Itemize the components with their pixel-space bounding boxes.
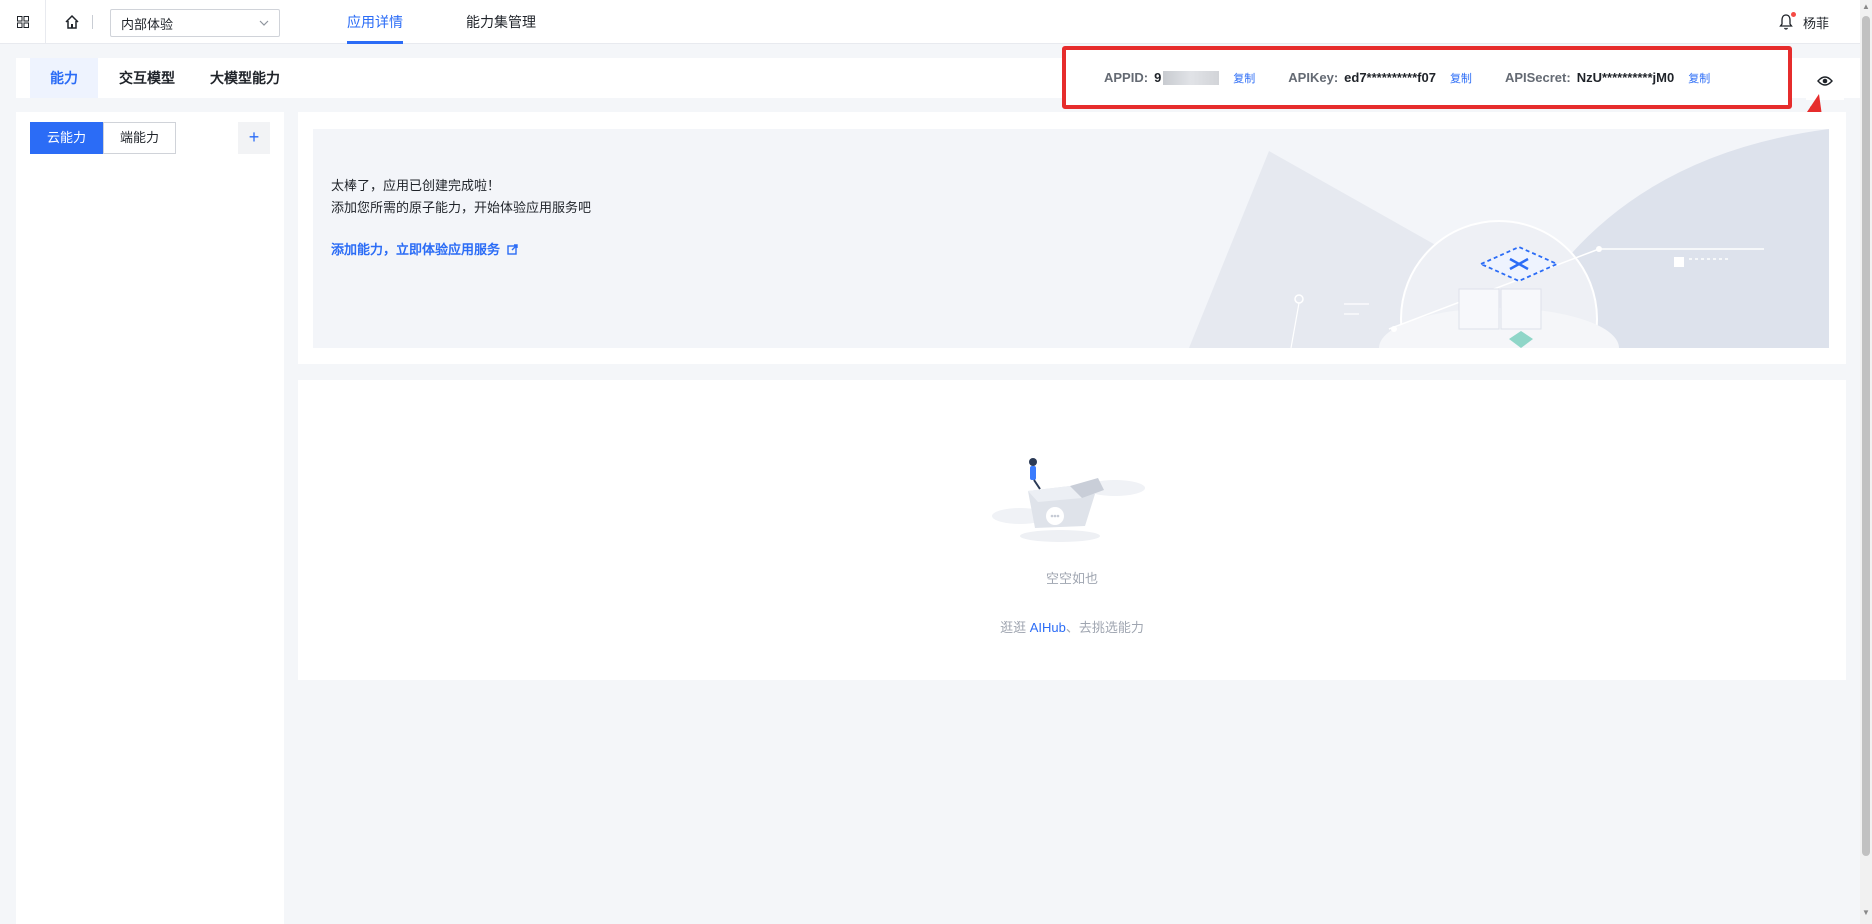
add-capability-link-label: 添加能力，立即体验应用服务 (331, 242, 501, 257)
scroll-up-arrow[interactable]: ▲ (1862, 2, 1870, 11)
apisecret-group: APISecret: NzU**********jM0 复制 (1505, 70, 1710, 86)
empty-box-illustration (992, 458, 1145, 542)
segment-device[interactable]: 端能力 (103, 122, 177, 154)
appid-redaction (1163, 70, 1220, 85)
home-icon (65, 14, 79, 29)
apisecret-copy-button[interactable]: 复制 (1688, 70, 1710, 86)
top-bar: 内部体验 应用详情 能力集管理 杨菲 (0, 0, 1872, 44)
tab-capability-set[interactable]: 能力集管理 (466, 0, 536, 44)
apisecret-label: APISecret: (1504, 70, 1571, 85)
banner-title: 太棒了，应用已创建完成啦！ (331, 178, 501, 193)
banner-card: 太棒了，应用已创建完成啦！ 添加您所需的原子能力，开始体验应用服务吧 添加能力，… (298, 112, 1846, 364)
empty-state-hint: 逛逛 AIHub、去挑选能力 (298, 617, 1846, 636)
tab-app-details[interactable]: 应用详情 (347, 0, 403, 44)
aihub-link[interactable]: AIHub (1030, 620, 1066, 635)
subtab-interaction-model[interactable]: 交互模型 (119, 58, 175, 98)
appid-copy-button[interactable]: 复制 (1233, 70, 1255, 86)
empty-state-card: 空空如也 逛逛 AIHub、去挑选能力 (298, 380, 1846, 680)
chevron-down-icon (259, 20, 269, 26)
external-link-icon (506, 244, 518, 255)
segment-cloud[interactable]: 云能力 (30, 122, 104, 154)
banner-illustration (1189, 129, 1829, 348)
scroll-down-arrow[interactable]: ▼ (1862, 908, 1870, 917)
subtab-large-model[interactable]: 大模型能力 (210, 58, 280, 98)
empty-hint-prefix: 逛逛 (1000, 620, 1027, 635)
appid-label: APPID: (1104, 70, 1149, 85)
empty-hint-suffix: 、去挑选能力 (1065, 620, 1144, 635)
banner-subtitle: 添加您所需的原子能力，开始体验应用服务吧 (331, 200, 592, 215)
scrollbar-thumb[interactable] (1862, 16, 1870, 856)
left-panel: 云能力 端能力 + (16, 112, 284, 924)
apikey-value: ed7**********f07 (1344, 70, 1436, 85)
apikey-group: APIKey: ed7**********f07 复制 (1288, 70, 1472, 86)
grid-menu-button[interactable] (0, 0, 46, 44)
subtab-capability[interactable]: 能力 (30, 58, 98, 98)
appid-group: APPID: 9 复制 (1104, 70, 1255, 86)
apikey-copy-button[interactable]: 复制 (1450, 70, 1472, 86)
appid-value: 9 (1154, 70, 1162, 85)
apikey-label: APIKey: (1288, 70, 1339, 85)
add-capability-button[interactable]: + (238, 122, 270, 154)
notification-dot (1791, 12, 1796, 17)
welcome-banner: 太棒了，应用已创建完成啦！ 添加您所需的原子能力，开始体验应用服务吧 添加能力，… (313, 129, 1829, 348)
add-capability-link[interactable]: 添加能力，立即体验应用服务 (331, 239, 518, 258)
app-select[interactable]: 内部体验 (110, 9, 280, 37)
grid-icon (16, 16, 29, 28)
toggle-visibility-button[interactable] (1806, 62, 1844, 100)
empty-state-title: 空空如也 (1045, 571, 1098, 586)
home-button[interactable] (62, 12, 82, 32)
eye-icon (1817, 76, 1833, 86)
app-select-value: 内部体验 (121, 16, 174, 32)
credentials-box: APPID: 9 复制 APIKey: ed7**********f07 复制 … (1062, 46, 1792, 109)
user-name[interactable]: 杨菲 (1803, 13, 1829, 32)
capability-type-segment: 云能力 端能力 (30, 122, 177, 154)
apisecret-value: NzU**********jM0 (1576, 70, 1675, 85)
divider (92, 15, 93, 29)
